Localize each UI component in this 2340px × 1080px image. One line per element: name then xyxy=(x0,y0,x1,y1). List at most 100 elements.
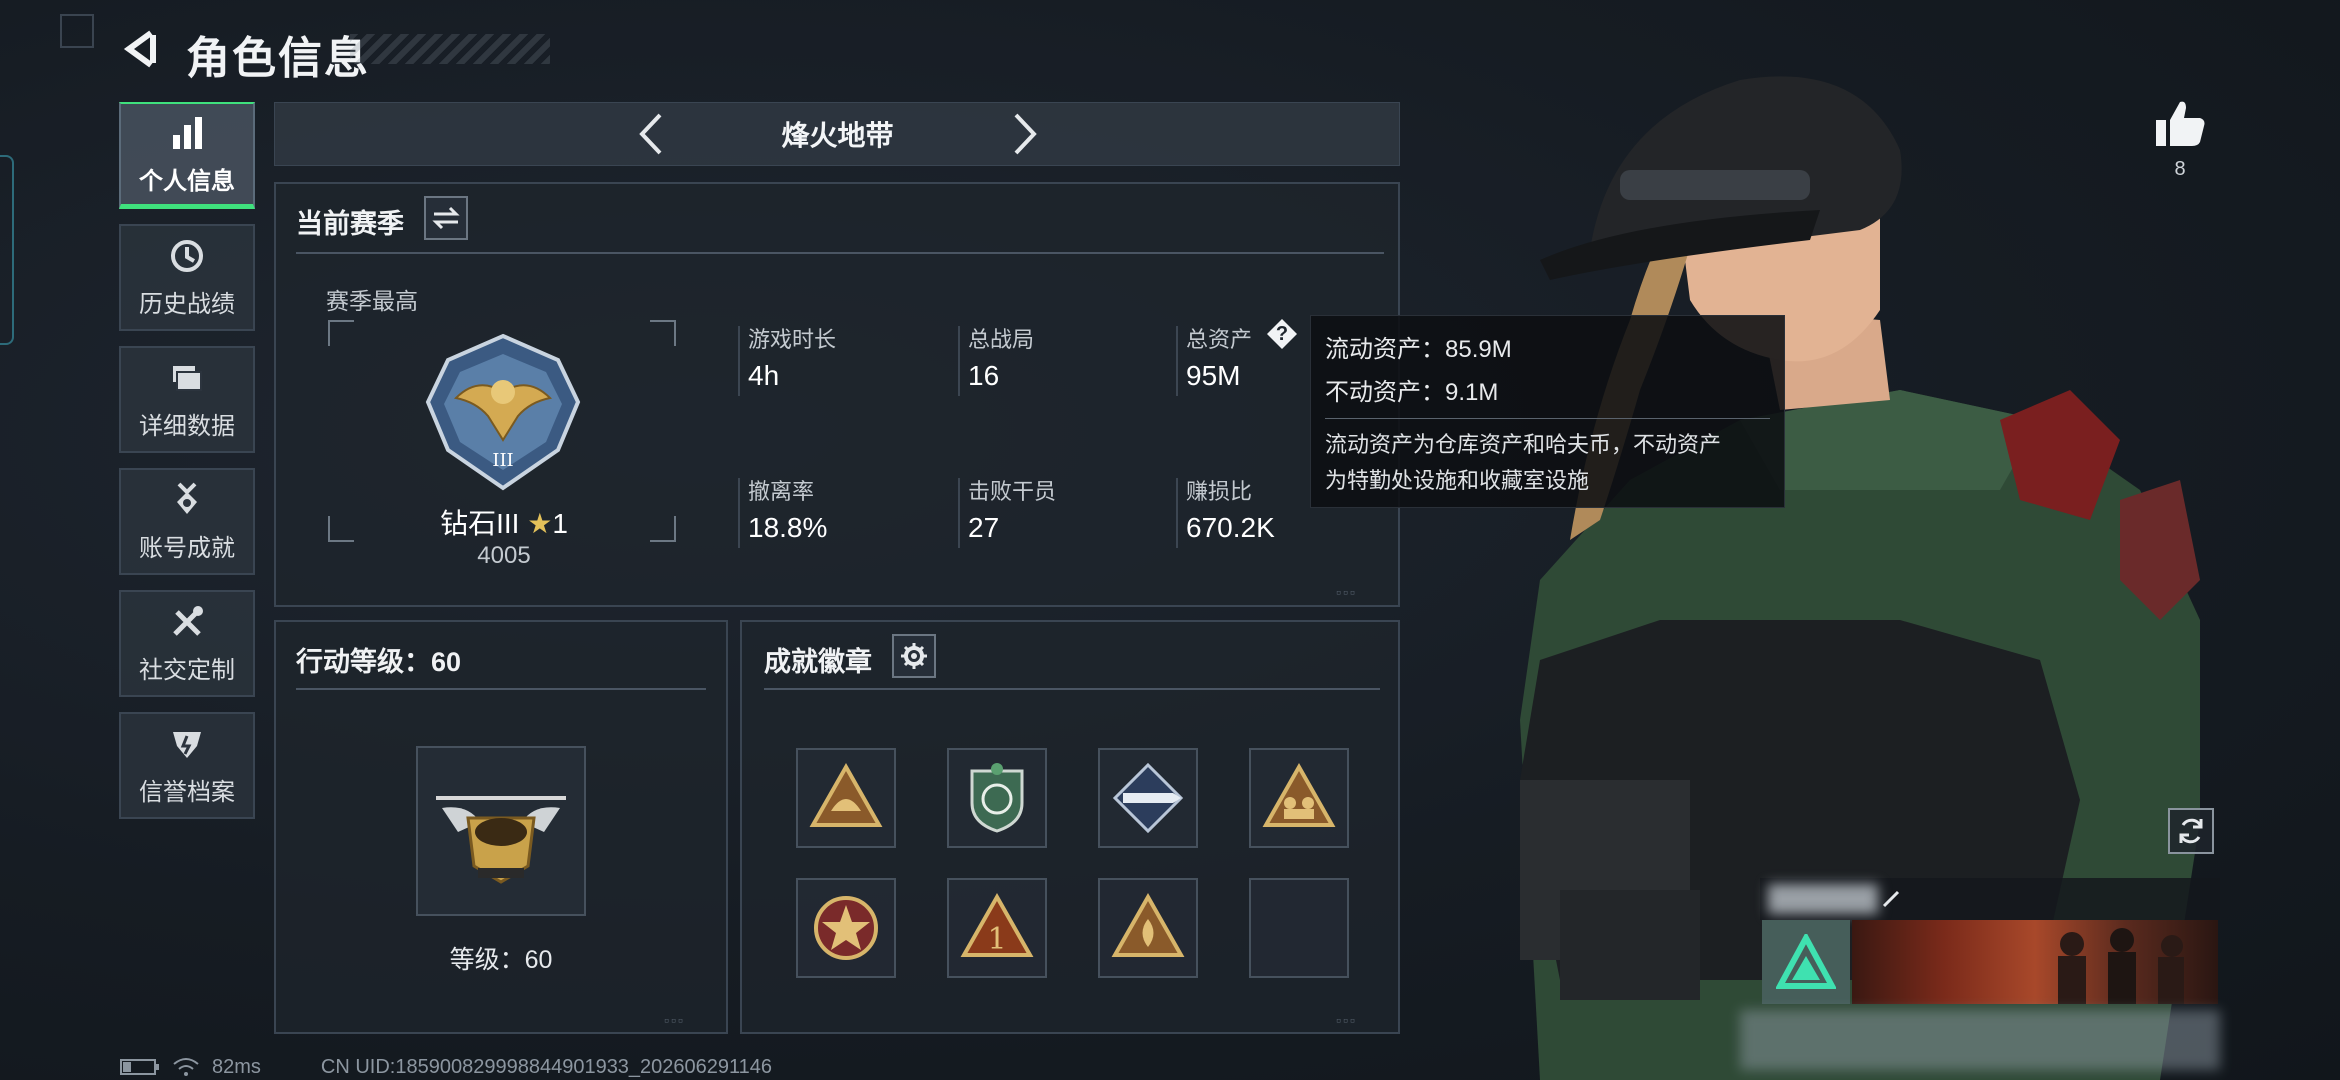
achievement-badge[interactable] xyxy=(1249,748,1349,848)
frame-corner xyxy=(650,516,676,542)
mode-prev-button[interactable] xyxy=(626,108,676,160)
panel-corner-mark: ▫▫▫ xyxy=(664,1012,685,1028)
action-level-emblem-frame xyxy=(416,746,586,916)
rank-line: 钻石III ★1 xyxy=(426,502,582,542)
season-best-label: 赛季最高 xyxy=(326,288,418,314)
sidebar-item-social[interactable]: 社交定制 xyxy=(119,590,255,697)
stat-label-kills: 击败干员 xyxy=(968,479,1057,504)
corner-square xyxy=(60,14,94,48)
triangle-logo-icon xyxy=(1776,934,1836,989)
action-level-text: 等级：60 xyxy=(449,946,553,974)
like-button[interactable] xyxy=(2152,96,2208,152)
triangle-group-badge-icon xyxy=(1262,762,1336,827)
sidebar-item-label: 详细数据 xyxy=(139,413,235,440)
tooltip-divider xyxy=(1325,418,1770,419)
stat-value-playtime: 4h xyxy=(748,360,780,391)
stat-label-extract-rate: 撤离率 xyxy=(748,479,815,504)
soldiers-illustration xyxy=(2058,928,2184,1004)
tooltip-fixed-assets: 不动资产：9.1M xyxy=(1325,379,1499,406)
sidebar-item-history[interactable]: 历史战绩 xyxy=(119,224,255,331)
assets-help-button[interactable]: ? xyxy=(1266,318,1298,350)
refresh-icon xyxy=(2179,818,2203,844)
season-divider xyxy=(296,252,1384,254)
tooltip-desc-line-1: 流动资产为仓库资产和哈夫币，不动资产 xyxy=(1325,432,1722,457)
wifi-icon xyxy=(173,1058,199,1076)
sidebar-item-label: 账号成就 xyxy=(139,535,235,562)
sidebar-item-details[interactable]: 详细数据 xyxy=(119,346,255,453)
sidebar-item-label: 历史战绩 xyxy=(139,291,235,318)
achievement-badge[interactable] xyxy=(947,748,1047,848)
season-switch-button[interactable] xyxy=(424,196,468,240)
svg-text:III: III xyxy=(492,450,513,471)
rank-name: 钻石III xyxy=(440,508,520,539)
action-level-title: 行动等级：60 xyxy=(296,647,462,677)
battery-icon xyxy=(120,1059,159,1075)
stat-divider xyxy=(1176,326,1178,396)
frame-corner xyxy=(328,516,354,542)
tools-icon xyxy=(173,606,203,636)
status-bar: 82ms CN UID:185900829998844901933_202606… xyxy=(120,1055,772,1079)
rank-points: 4005 xyxy=(477,542,531,569)
stat-divider xyxy=(958,478,960,548)
left-edge-handle[interactable] xyxy=(0,155,14,345)
achievement-badge[interactable] xyxy=(1098,748,1198,848)
stat-value-kills: 27 xyxy=(968,512,1000,543)
blurred-info xyxy=(1740,1010,2220,1070)
mode-next-button[interactable] xyxy=(1000,108,1050,160)
title-decoration xyxy=(350,34,550,64)
sidebar-item-personal-info[interactable]: 个人信息 xyxy=(119,102,255,209)
team-logo xyxy=(1762,920,1850,1004)
sidebar-item-achievements[interactable]: 账号成就 xyxy=(119,468,255,575)
triangle-one-badge-icon: 1 xyxy=(960,892,1034,957)
refresh-button[interactable] xyxy=(2168,808,2214,854)
chevron-left-icon xyxy=(639,113,662,155)
back-button[interactable] xyxy=(118,26,164,72)
panel-corner-mark: ▫▫▫ xyxy=(1336,1012,1357,1028)
stat-divider xyxy=(1176,478,1178,548)
action-level-divider xyxy=(296,688,706,690)
stat-label-matches: 总战局 xyxy=(968,327,1035,352)
sidebar-item-label: 信誉档案 xyxy=(139,779,235,806)
thumbs-up-icon xyxy=(2156,101,2205,146)
achievements-divider xyxy=(764,688,1380,690)
achievement-badge[interactable] xyxy=(796,878,896,978)
medal-icon xyxy=(177,482,197,514)
green-shield-badge-icon xyxy=(970,763,1024,833)
rank-diamond-emblem: III xyxy=(425,333,581,491)
mode-name: 烽火地带 xyxy=(781,120,894,151)
achievement-badge[interactable] xyxy=(1098,878,1198,978)
sidebar-item-credit[interactable]: 信誉档案 xyxy=(119,712,255,819)
back-arrow-icon xyxy=(123,30,156,68)
stat-divider xyxy=(958,326,960,396)
achievement-badge[interactable]: 1 xyxy=(947,878,1047,978)
frame-corner xyxy=(328,320,354,346)
achievement-empty-slot[interactable] xyxy=(1249,878,1349,978)
gear-icon xyxy=(901,643,927,669)
shield-credit-icon xyxy=(173,732,201,758)
swap-icon xyxy=(432,206,460,230)
stat-divider xyxy=(738,478,740,548)
tooltip-liquid-assets: 流动资产：85.9M xyxy=(1325,336,1512,363)
sidebar-item-label: 社交定制 xyxy=(139,657,235,684)
stat-value-profit-ratio: 670.2K xyxy=(1186,512,1275,543)
season-title: 当前赛季 xyxy=(296,209,404,239)
rank-star-icon: ★ xyxy=(527,508,553,539)
achievements-title: 成就徽章 xyxy=(764,647,872,677)
stat-value-assets: 95M xyxy=(1186,360,1241,391)
stat-divider xyxy=(738,326,740,396)
svg-text:1: 1 xyxy=(987,922,1006,957)
triangle-flame-badge-icon xyxy=(1111,892,1185,957)
stat-label-profit-ratio: 赚损比 xyxy=(1186,479,1253,504)
player-name-bar xyxy=(1760,878,2220,920)
stat-label-assets: 总资产 xyxy=(1186,327,1253,352)
helicopter-emblem xyxy=(436,796,566,884)
like-count: 8 xyxy=(2174,158,2186,180)
folder-icon xyxy=(173,366,202,391)
panel-corner-mark: ▫▫▫ xyxy=(1336,584,1357,600)
assets-tooltip: 流动资产：85.9M 不动资产：9.1M 流动资产为仓库资产和哈夫币，不动资产 … xyxy=(1310,315,1785,508)
sidebar-item-label: 个人信息 xyxy=(139,167,235,195)
stat-value-matches: 16 xyxy=(968,360,1000,391)
achievements-settings-button[interactable] xyxy=(892,634,936,678)
edit-icon[interactable] xyxy=(1878,884,1906,912)
achievement-badge[interactable] xyxy=(796,748,896,848)
